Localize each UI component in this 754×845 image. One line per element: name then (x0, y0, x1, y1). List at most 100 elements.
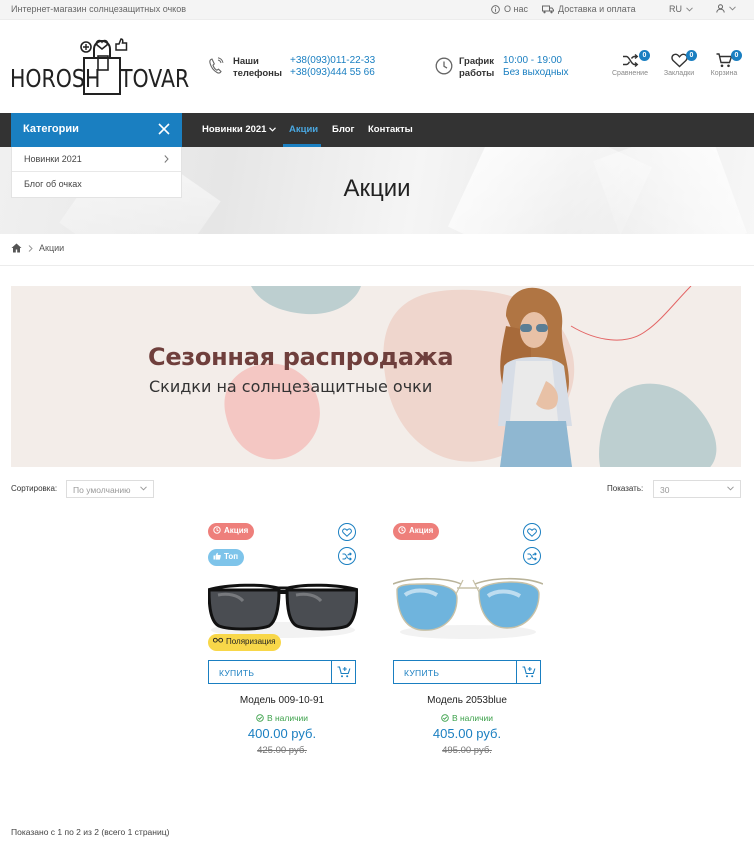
sale-badge: Акция (208, 523, 255, 540)
product-name[interactable]: Модель 2053blue (393, 695, 541, 706)
schedule-label-line1: График (459, 56, 495, 67)
phone-number-2[interactable]: +38(093)444 55 66 (290, 67, 375, 80)
delivery-link[interactable]: Доставка и оплата (542, 4, 636, 14)
breadcrumb-current: Акции (39, 243, 65, 253)
about-link-label: О нас (504, 4, 528, 14)
top-bar: Интернет-магазин солнцезащитных очков О … (0, 0, 754, 20)
compare-button[interactable]: Сравнение 0 (608, 50, 652, 77)
buy-button-label: КУПИТЬ (404, 668, 440, 678)
about-link[interactable]: О нас (491, 4, 528, 14)
add-to-compare-button[interactable] (338, 547, 356, 565)
stock-status-label: В наличии (266, 713, 309, 723)
add-to-wishlist-button[interactable] (523, 523, 541, 541)
polarization-badge-label: Поляризация (226, 637, 276, 646)
sort-select[interactable]: По умолчанию (66, 480, 154, 498)
breadcrumb: Акции (11, 243, 64, 253)
category-item-label: Новинки 2021 (24, 154, 82, 164)
pagination-info: Показано с 1 по 2 из 2 (всего 1 страниц) (11, 827, 170, 837)
wishlist-label: Закладки (663, 70, 695, 77)
phones-label-line1: Наши (233, 56, 259, 67)
sale-badge-label: Акция (409, 526, 434, 535)
schedule-days: Без выходных (503, 67, 569, 78)
close-icon[interactable] (158, 123, 170, 135)
buy-button-label: КУПИТЬ (219, 668, 255, 678)
clock-icon (435, 57, 453, 75)
phone-number-1[interactable]: +38(093)011-22-33 (290, 55, 375, 68)
nav-item-contacts[interactable]: Контакты (368, 124, 413, 135)
add-to-compare-button[interactable] (523, 547, 541, 565)
chevron-down-icon (269, 127, 277, 132)
polarization-badge: Поляризация (208, 634, 282, 651)
cart-icon (716, 53, 732, 68)
nav-item-blog[interactable]: Блог (332, 124, 355, 135)
product-price: 400.00 руб. (247, 726, 317, 741)
wishlist-button[interactable]: Закладки 0 (657, 50, 701, 77)
phone-icon (209, 57, 224, 74)
product-card: Акция Топ Поляризация КУПИТЬ Модель 009-… (208, 520, 358, 760)
show-label: Показать: (607, 484, 644, 493)
shuffle-compare-icon (527, 551, 537, 561)
clock-icon (398, 526, 406, 534)
glasses-icon (213, 637, 223, 643)
language-selector[interactable]: RU (669, 4, 693, 14)
add-to-wishlist-button[interactable] (338, 523, 356, 541)
promo-banner[interactable]: Сезонная распродажа Скидки на солнцезащи… (11, 286, 741, 467)
clock-icon (213, 526, 221, 534)
product-name[interactable]: Модель 009-10-91 (208, 695, 356, 706)
top-badge-label: Топ (224, 552, 239, 561)
wishlist-count-badge: 0 (686, 50, 697, 61)
store-tagline: Интернет-магазин солнцезащитных очков (11, 4, 187, 14)
cart-plus-icon (337, 666, 350, 678)
banner-subtitle: Скидки на солнцезащитные очки (149, 377, 433, 396)
buy-button[interactable]: КУПИТЬ (393, 660, 541, 684)
chevron-down-icon (140, 486, 147, 491)
category-item-blog[interactable]: Блог об очках (12, 172, 181, 197)
chevron-down-icon (727, 486, 734, 491)
heart-icon (670, 53, 688, 68)
delivery-link-label: Доставка и оплата (558, 4, 636, 14)
chevron-down-icon (729, 6, 736, 11)
home-icon[interactable] (11, 243, 22, 253)
categories-dropdown: Новинки 2021 Блог об очках (11, 147, 182, 198)
chevron-right-icon (28, 244, 33, 252)
schedule-label: График работы (459, 56, 509, 80)
truck-icon (542, 5, 554, 13)
heart-icon (342, 527, 352, 537)
sort-label: Сортировка: (11, 484, 58, 493)
nav-item-promotions[interactable]: Акции (289, 124, 318, 135)
add-to-cart-button[interactable] (516, 661, 540, 683)
shuffle-compare-icon (342, 551, 352, 561)
product-image[interactable] (393, 540, 543, 660)
main-navigation: Категории Новинки 2021 Акции Блог Контак… (0, 113, 754, 147)
cart-button[interactable]: Корзина 0 (702, 50, 746, 77)
sale-badge-label: Акция (224, 526, 249, 535)
categories-toggle[interactable]: Категории (11, 113, 182, 147)
thumbs-up-icon (213, 552, 221, 560)
banner-title: Сезонная распродажа (148, 343, 454, 371)
limit-select[interactable]: 30 (653, 480, 741, 498)
buy-button[interactable]: КУПИТЬ (208, 660, 356, 684)
add-to-cart-button[interactable] (331, 661, 355, 683)
stock-status: В наличии (393, 713, 541, 723)
nav-item-new-2021[interactable]: Новинки 2021 (202, 124, 277, 135)
chevron-right-icon (164, 155, 169, 163)
cart-plus-icon (522, 666, 535, 678)
language-value: RU (669, 4, 682, 14)
chevron-down-icon (686, 6, 693, 12)
shuffle-compare-icon (622, 53, 638, 68)
limit-select-value: 30 (660, 485, 670, 495)
category-item-new-2021[interactable]: Новинки 2021 (12, 147, 181, 172)
top-badge: Топ (208, 549, 245, 566)
check-circle-icon (441, 714, 449, 722)
sort-select-value: По умолчанию (73, 485, 131, 495)
stock-status-label: В наличии (451, 713, 494, 723)
info-icon (491, 4, 500, 14)
account-menu[interactable] (716, 4, 736, 13)
compare-label: Сравнение (612, 70, 648, 77)
categories-label: Категории (23, 123, 79, 135)
check-circle-icon (256, 714, 264, 722)
schedule-label-line2: работы (459, 68, 495, 79)
user-icon (716, 4, 725, 13)
compare-count-badge: 0 (639, 50, 650, 61)
site-logo[interactable]: HOROSH TOVAR (10, 36, 189, 98)
